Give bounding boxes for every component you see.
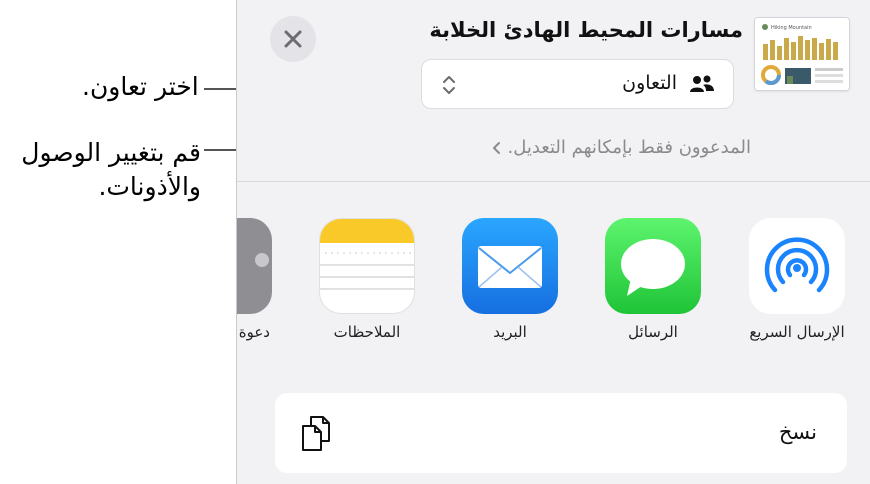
thumbnail-caption: Hiking Mountain: [771, 25, 812, 31]
copy-label: نسخ: [778, 420, 817, 444]
app-label: الإرسال السريع: [749, 323, 845, 341]
copy-icon: [302, 416, 330, 451]
invite-app-icon: [237, 218, 272, 314]
copy-action[interactable]: نسخ: [275, 393, 847, 473]
thumbnail-image: Hiking Mountain: [755, 18, 849, 90]
app-label: دعوة: [238, 323, 270, 341]
callout-choose-collaborate: اختر تعاون.: [82, 70, 199, 104]
people-icon: [690, 75, 714, 92]
chevron-right-icon: [493, 141, 501, 154]
app-label: البريد: [493, 323, 527, 341]
mail-app-icon: [462, 218, 558, 314]
app-messages[interactable]: الرسائل: [605, 218, 701, 341]
envelope-icon: [478, 246, 542, 288]
share-sheet-header: مسارات المحيط الهادئ الخلابة Hiking Moun…: [237, 0, 870, 182]
share-sheet: مسارات المحيط الهادئ الخلابة Hiking Moun…: [236, 0, 870, 484]
close-icon: [284, 30, 302, 48]
messages-app-icon: [605, 218, 701, 314]
airdrop-app-icon: [749, 218, 845, 314]
access-summary: المدعوون فقط بإمكانهم التعديل.: [507, 137, 751, 158]
app-label: الرسائل: [628, 323, 678, 341]
app-mail[interactable]: البريد: [462, 218, 558, 341]
callout-change-access: قم بتغيير الوصول والأذونات.: [9, 136, 201, 204]
chevron-up-down-icon: [443, 76, 455, 94]
notes-app-icon: [319, 218, 415, 314]
app-notes[interactable]: الملاحظات: [319, 218, 415, 341]
callout-text: والأذونات.: [98, 172, 201, 201]
callout-text: قم بتغيير الوصول: [21, 138, 201, 167]
collaboration-select[interactable]: التعاون: [421, 59, 734, 109]
message-bubble-icon: [621, 239, 685, 296]
app-airdrop[interactable]: الإرسال السريع: [749, 218, 845, 341]
notepad-icon: [320, 219, 414, 290]
invite-icon: [255, 253, 269, 267]
app-invite[interactable]: دعوة: [237, 218, 272, 341]
callout-text: اختر تعاون.: [82, 72, 199, 101]
close-button[interactable]: [270, 16, 316, 62]
app-label: الملاحظات: [333, 323, 401, 341]
airdrop-icon: [764, 237, 830, 293]
document-thumbnail[interactable]: Hiking Mountain: [754, 17, 850, 91]
collaboration-mode-label: التعاون: [622, 72, 677, 94]
access-settings-link[interactable]: المدعوون فقط بإمكانهم التعديل.: [492, 137, 751, 158]
document-title: مسارات المحيط الهادئ الخلابة: [429, 18, 743, 42]
